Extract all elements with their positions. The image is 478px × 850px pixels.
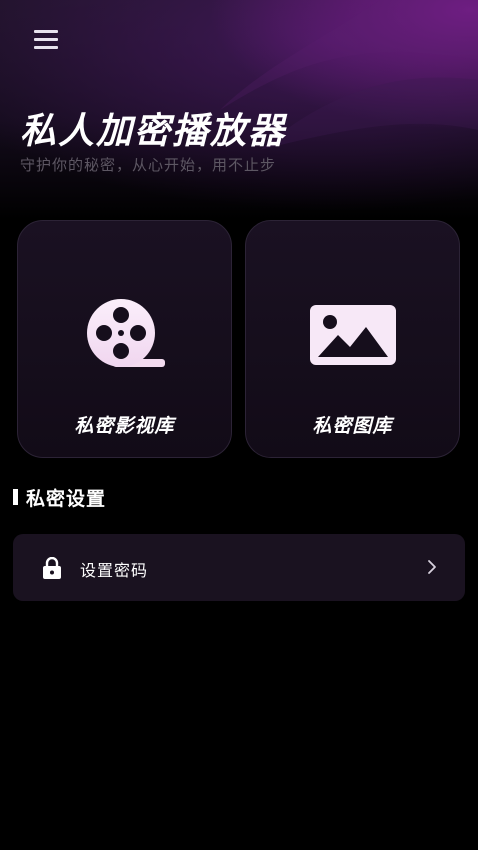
section-title: 私密设置	[26, 487, 107, 510]
section-marker	[13, 489, 18, 505]
private-video-library-card[interactable]: 私密影视库	[17, 220, 232, 458]
chevron-right-icon	[428, 560, 436, 574]
hamburger-line	[34, 30, 58, 33]
image-gallery-icon	[309, 305, 396, 365]
film-reel-icon	[86, 299, 165, 367]
setting-label: 设置密码	[80, 561, 149, 580]
set-password-row[interactable]: 设置密码	[13, 534, 465, 601]
app-subtitle: 守护你的秘密，从心开始，用不止步	[20, 156, 277, 174]
card-label: 私密图库	[312, 415, 393, 437]
app-title: 私人加密播放器	[20, 111, 287, 152]
hamburger-line	[34, 46, 58, 49]
privacy-settings-header: 私密设置	[13, 484, 106, 510]
hamburger-line	[34, 38, 58, 41]
app-screen: 私人加密播放器 守护你的秘密，从心开始，用不止步 私密影视库 私密图库 私密设置…	[0, 0, 478, 850]
menu-button[interactable]	[30, 26, 64, 52]
lock-icon	[43, 557, 61, 579]
card-label: 私密影视库	[74, 415, 175, 437]
private-gallery-card[interactable]: 私密图库	[245, 220, 460, 458]
